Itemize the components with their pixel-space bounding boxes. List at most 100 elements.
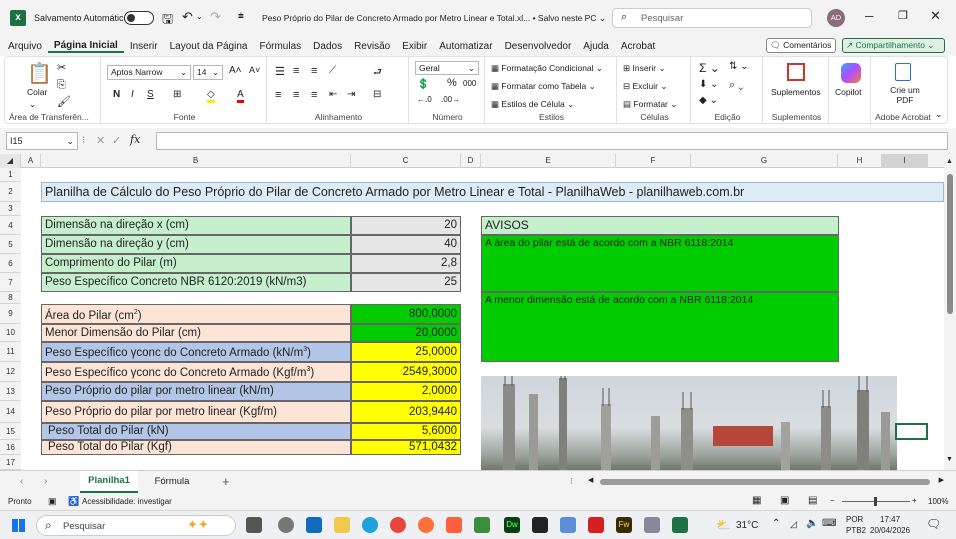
addins-icon[interactable]	[787, 63, 805, 81]
tab-ajuda[interactable]: Ajuda	[577, 41, 615, 52]
row-header[interactable]: 6	[0, 254, 21, 273]
format-as-table-button[interactable]: ▦ Formatar como Tabela ⌄	[491, 81, 596, 92]
format-painter-icon[interactable]: 🖌	[57, 95, 71, 108]
addins-button[interactable]: Suplementos	[771, 87, 821, 97]
result-label[interactable]: Peso Específico γconc do Concreto Armado…	[41, 342, 351, 362]
tab-exibir[interactable]: Exibir	[396, 41, 433, 52]
edge-icon[interactable]	[362, 517, 378, 533]
result-label[interactable]: Peso Próprio do pilar por metro linear (…	[41, 401, 351, 423]
app-icon-2[interactable]	[644, 517, 660, 533]
sheet-tab-planilha1[interactable]: Planilha1	[80, 471, 138, 493]
input-label[interactable]: Dimensão na direção x (cm)	[41, 216, 351, 235]
worksheet-grid[interactable]: Planilha de Cálculo do Peso Próprio do P…	[21, 168, 944, 470]
align-center-icon[interactable]: ≡	[293, 89, 299, 101]
undo-icon[interactable]: ↶	[182, 9, 193, 25]
autosave-toggle[interactable]	[124, 11, 154, 25]
input-value[interactable]: 20	[351, 216, 461, 235]
result-value[interactable]: 5,6000	[351, 423, 461, 440]
avisos-title[interactable]: AVISOS	[481, 216, 839, 235]
clock-date[interactable]: 20/04/2026	[870, 526, 910, 535]
show-hidden-icons[interactable]: ⌃	[772, 518, 780, 529]
percent-icon[interactable]: %	[447, 77, 457, 89]
row-header[interactable]: 14	[0, 401, 21, 423]
temperature[interactable]: 31°C	[736, 520, 758, 531]
sheet-tab-formula[interactable]: Fórmula	[142, 471, 202, 493]
row-header[interactable]: 3	[0, 202, 21, 216]
tab-inserir[interactable]: Inserir	[124, 41, 164, 52]
firefox-icon[interactable]	[418, 517, 434, 533]
enter-icon[interactable]: ✓	[112, 134, 121, 147]
row-header[interactable]: 4	[0, 216, 21, 235]
autosum-icon[interactable]: Σ ⌄	[699, 61, 720, 75]
merge-center-icon[interactable]: ⊟	[373, 89, 381, 100]
insert-cells-button[interactable]: ⊞ Inserir ⌄	[623, 63, 666, 74]
tab-automatizar[interactable]: Automatizar	[433, 41, 498, 52]
task-view-icon[interactable]	[246, 517, 262, 533]
increase-font-icon[interactable]: A˄	[229, 65, 242, 76]
tab-split-icon[interactable]: ⁝	[570, 476, 573, 487]
comma-style-icon[interactable]: 000	[463, 79, 476, 88]
format-cells-button[interactable]: ▤ Formatar ⌄	[623, 99, 677, 110]
macro-recording-icon[interactable]: ▣	[48, 496, 57, 507]
column-header[interactable]: A	[21, 154, 41, 168]
tab-pagina-inicial[interactable]: Página Inicial	[47, 40, 124, 53]
find-select-icon[interactable]: ⌕ ⌄	[729, 79, 743, 92]
bold-icon[interactable]: N	[113, 89, 120, 100]
column-header[interactable]: E	[481, 154, 616, 168]
name-box[interactable]: I15 ⌄	[6, 132, 78, 150]
input-value[interactable]: 40	[351, 235, 461, 254]
tab-formulas[interactable]: Fórmulas	[253, 41, 307, 52]
cut-icon[interactable]: ✂	[57, 61, 66, 74]
result-value[interactable]: 571,0432	[351, 440, 461, 455]
row-header[interactable]: 12	[0, 362, 21, 382]
normal-view-icon[interactable]: ▦	[752, 495, 761, 506]
document-title[interactable]: Peso Próprio do Pilar de Concreto Armado…	[262, 13, 606, 24]
row-header[interactable]: 15	[0, 423, 21, 440]
insert-function-icon[interactable]: fx	[130, 133, 140, 146]
row-header[interactable]: 2	[0, 182, 21, 202]
language-indicator[interactable]: POR	[846, 515, 863, 524]
clock-time[interactable]: 17:47	[880, 515, 900, 524]
copilot-button[interactable]: Copilot	[835, 87, 861, 97]
delete-cells-button[interactable]: ⊟ Excluir ⌄	[623, 81, 667, 92]
align-right-icon[interactable]: ≡	[311, 89, 317, 101]
zoom-out-icon[interactable]: −	[830, 496, 835, 505]
create-pdf-icon[interactable]	[895, 63, 911, 81]
row-header[interactable]: 11	[0, 342, 21, 362]
scroll-left-icon[interactable]: ◀	[588, 476, 593, 484]
row-header[interactable]: 8	[0, 292, 21, 304]
paste-icon[interactable]: 📋	[27, 61, 52, 86]
minimize-icon[interactable]: ─	[865, 9, 874, 23]
tab-arquivo[interactable]: Arquivo	[0, 41, 48, 52]
italic-icon[interactable]: I	[131, 89, 134, 100]
scroll-right-icon[interactable]: ▶	[939, 476, 944, 484]
restore-icon[interactable]: ❐	[898, 9, 908, 22]
avisos-message-2[interactable]: A menor dimensão está de acordo com a NB…	[481, 292, 839, 362]
fill-color-icon[interactable]: ◇	[207, 89, 215, 103]
align-bottom-icon[interactable]: ≡	[311, 65, 317, 77]
select-all-button[interactable]: ◢	[0, 154, 21, 168]
result-label[interactable]: Peso Específico γconc do Concreto Armado…	[41, 362, 351, 382]
cell-styles-button[interactable]: ▦ Estilos de Célula ⌄	[491, 99, 574, 110]
column-header[interactable]: I	[882, 154, 928, 168]
copy-icon[interactable]: ⎘	[57, 79, 66, 92]
column-header[interactable]: B	[41, 154, 351, 168]
horizontal-scrollbar[interactable]: ◀ ▶	[588, 477, 944, 487]
result-label[interactable]: Peso Total do Pilar (kN)	[41, 423, 351, 440]
acrobat-icon[interactable]	[588, 517, 604, 533]
page-layout-icon[interactable]: ▣	[780, 495, 789, 506]
tab-dados[interactable]: Dados	[307, 41, 348, 52]
result-label[interactable]: Menor Dimensão do Pilar (cm)	[41, 324, 351, 342]
network-icon[interactable]: ◿	[790, 519, 797, 530]
row-header[interactable]: 10	[0, 324, 21, 342]
column-header[interactable]: G	[691, 154, 838, 168]
increase-decimal-icon[interactable]: ←.0	[417, 95, 432, 104]
align-top-icon[interactable]: ☰	[275, 65, 285, 78]
search-box[interactable]: ⌕ Pesquisar	[612, 8, 812, 28]
column-header[interactable]: C	[351, 154, 461, 168]
tab-layout[interactable]: Layout da Página	[164, 41, 254, 52]
dreamweaver-icon[interactable]: Dw	[504, 517, 520, 533]
collapse-ribbon-icon[interactable]: ⌄	[935, 109, 943, 120]
wrap-text-icon[interactable]: ⮐	[373, 65, 382, 82]
result-label[interactable]: Peso Total do Pilar (Kgf)	[41, 440, 351, 455]
